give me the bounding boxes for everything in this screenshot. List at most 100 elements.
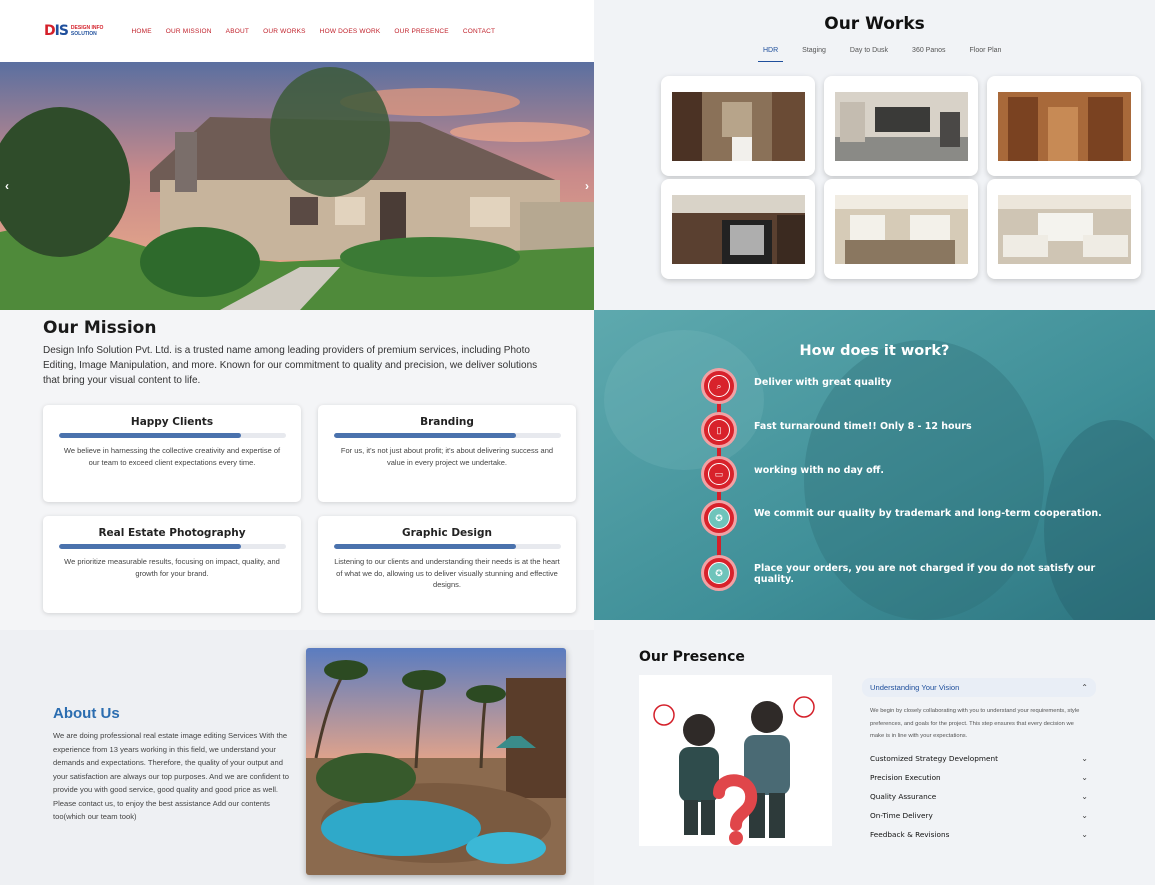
- tab-hdr[interactable]: HDR: [758, 44, 784, 62]
- tab-staging[interactable]: Staging: [797, 44, 831, 62]
- logo-mark: DIS: [44, 23, 69, 39]
- progress-bar: [334, 433, 561, 438]
- presence-title: Our Presence: [639, 649, 745, 665]
- gallery-card[interactable]: [661, 76, 815, 176]
- navbar: DIS DESIGN INFO SOLUTION HOME OUR MISSIO…: [0, 0, 594, 62]
- how-it-works-section: How does it work? ⌕ Deliver with great q…: [594, 310, 1155, 620]
- progress-fill: [334, 544, 516, 549]
- mission-card-branding: Branding For us, it's not just about pro…: [318, 405, 576, 502]
- nav-our-works[interactable]: OUR WORKS: [263, 28, 306, 35]
- book-icon: ▭: [708, 463, 730, 485]
- card-text: For us, it's not just about profit; it's…: [340, 446, 554, 467]
- progress-fill: [59, 433, 241, 438]
- step-text: Deliver with great quality: [754, 377, 892, 388]
- step-marker: ✪: [701, 500, 737, 536]
- chevron-down-icon: ⌄: [1081, 791, 1088, 801]
- card-title: Real Estate Photography: [98, 527, 246, 539]
- award-icon: ✪: [708, 562, 730, 584]
- chevron-down-icon: ⌄: [1081, 810, 1088, 820]
- our-presence-section: Our Presence Understanding Your Vision ⌃: [594, 620, 1155, 885]
- chevron-up-icon: ⌃: [1081, 683, 1088, 692]
- card-title: Happy Clients: [130, 416, 214, 428]
- gallery-image-living-room: [834, 194, 968, 264]
- page: DIS DESIGN INFO SOLUTION HOME OUR MISSIO…: [0, 0, 1155, 885]
- card-title: Graphic Design: [401, 527, 493, 539]
- hero-section: DIS DESIGN INFO SOLUTION HOME OUR MISSIO…: [0, 0, 594, 310]
- gallery-card[interactable]: [661, 179, 815, 279]
- gallery-image-wine-cellar: [997, 91, 1131, 161]
- card-text: We believe in harnessing the collective …: [63, 446, 281, 467]
- works-title: Our Works: [824, 14, 925, 34]
- mission-card-real-estate-photography: Real Estate Photography We prioritize me…: [43, 516, 301, 613]
- hero-image-house: ‹ ›: [0, 62, 594, 310]
- step-text: Place your orders, you are not charged i…: [754, 563, 1096, 585]
- mission-title: Our Mission: [43, 318, 157, 338]
- award-icon: ✪: [708, 507, 730, 529]
- accordion-header-open[interactable]: Understanding Your Vision ⌃: [862, 678, 1096, 697]
- mission-card-graphic-design: Graphic Design Listening to our clients …: [318, 516, 576, 613]
- logo[interactable]: DIS DESIGN INFO SOLUTION: [44, 23, 103, 39]
- nav-how-does-work[interactable]: HOW DOES WORK: [320, 28, 381, 35]
- chevron-down-icon: ⌄: [1081, 753, 1088, 763]
- progress-bar: [59, 544, 286, 549]
- our-mission-section: Our Mission Design Info Solution Pvt. Lt…: [0, 310, 594, 630]
- step-text: Fast turnaround time!! Only 8 - 12 hours: [754, 421, 972, 432]
- mission-card-happy-clients: Happy Clients We believe in harnessing t…: [43, 405, 301, 502]
- our-works-section: Our Works HDR Staging Day to Dusk 360 Pa…: [594, 0, 1155, 310]
- gallery-image-kitchen: [671, 194, 805, 264]
- accordion-body: We begin by closely collaborating with y…: [870, 708, 1080, 739]
- gallery-image-bathroom: [671, 91, 805, 161]
- how-title: How does it work?: [799, 343, 950, 359]
- about-title: About Us: [53, 705, 120, 722]
- about-image-pool: [306, 648, 566, 875]
- gallery-image-family-room: [997, 194, 1131, 264]
- accordion-item[interactable]: Precision Execution ⌄: [862, 768, 1096, 787]
- hero-prev-arrow[interactable]: ‹: [5, 179, 9, 193]
- logo-text: DESIGN INFO SOLUTION: [70, 25, 104, 37]
- step-marker: ✪: [701, 555, 737, 591]
- nav-contact[interactable]: CONTACT: [463, 28, 495, 35]
- gallery-card[interactable]: [987, 179, 1141, 279]
- gallery-card[interactable]: [987, 76, 1141, 176]
- accordion-title: Understanding Your Vision: [870, 683, 960, 692]
- progress-fill: [334, 433, 516, 438]
- mission-description: Design Info Solution Pvt. Ltd. is a trus…: [43, 345, 538, 386]
- about-text: We are doing professional real estate im…: [53, 731, 289, 821]
- accordion-item[interactable]: Customized Strategy Development ⌄: [862, 749, 1096, 768]
- gallery-image-gym: [834, 91, 968, 161]
- about-section: About Us We are doing professional real …: [0, 630, 594, 885]
- step-marker: ⌕: [701, 368, 737, 404]
- hero-next-arrow[interactable]: ›: [585, 179, 589, 193]
- nav-links: HOME OUR MISSION ABOUT OUR WORKS HOW DOE…: [131, 28, 495, 35]
- gallery-card[interactable]: [824, 76, 978, 176]
- tab-floor-plan[interactable]: Floor Plan: [965, 44, 1007, 62]
- step-marker: ▭: [701, 456, 737, 492]
- tab-360-panos[interactable]: 360 Panos: [907, 44, 950, 62]
- nav-home[interactable]: HOME: [131, 28, 151, 35]
- accordion-item[interactable]: On-Time Delivery ⌄: [862, 806, 1096, 825]
- presence-accordion: Understanding Your Vision ⌃ We begin by …: [862, 678, 1096, 844]
- works-gallery: [661, 76, 1141, 279]
- card-text: We prioritize measurable results, focusi…: [64, 557, 280, 578]
- step-text: We commit our quality by trademark and l…: [754, 508, 1102, 519]
- step-marker: ▯: [701, 412, 737, 448]
- house-photo: [0, 62, 594, 310]
- nav-our-mission[interactable]: OUR MISSION: [166, 28, 212, 35]
- bookmark-icon: ▯: [708, 419, 730, 441]
- gallery-card[interactable]: [824, 179, 978, 279]
- nav-our-presence[interactable]: OUR PRESENCE: [394, 28, 448, 35]
- chevron-down-icon: ⌄: [1081, 772, 1088, 782]
- accordion-item[interactable]: Feedback & Revisions ⌄: [862, 825, 1096, 844]
- card-title: Branding: [420, 416, 474, 428]
- nav-about[interactable]: ABOUT: [226, 28, 249, 35]
- progress-bar: [334, 544, 561, 549]
- chevron-down-icon: ⌄: [1081, 829, 1088, 839]
- works-tabs: HDR Staging Day to Dusk 360 Panos Floor …: [758, 44, 1006, 62]
- card-text: Listening to our clients and understandi…: [334, 557, 560, 589]
- progress-fill: [59, 544, 241, 549]
- tab-day-to-dusk[interactable]: Day to Dusk: [845, 44, 893, 62]
- accordion-item[interactable]: Quality Assurance ⌄: [862, 787, 1096, 806]
- progress-bar: [59, 433, 286, 438]
- search-icon: ⌕: [708, 375, 730, 397]
- presence-illustration: [639, 675, 832, 846]
